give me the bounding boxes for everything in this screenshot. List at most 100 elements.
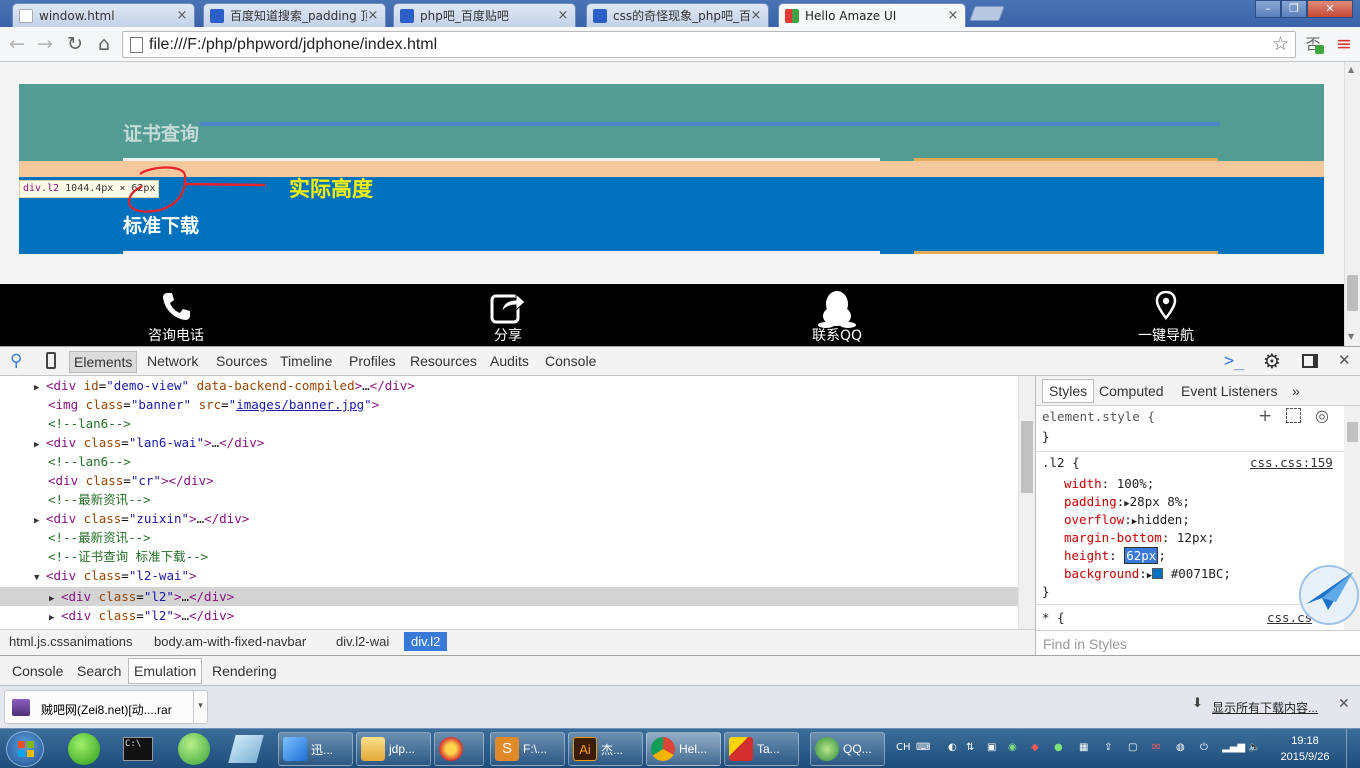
element-style-selector[interactable]: element.style { — [1042, 409, 1155, 424]
refresh-app-icon[interactable] — [178, 733, 210, 765]
css-value-input[interactable]: 62px — [1124, 547, 1159, 564]
tray-icon[interactable]: ▢ — [1128, 742, 1137, 753]
tray-icon[interactable]: ● — [1054, 742, 1063, 753]
css-property-editing[interactable]: height: 62px; — [1064, 547, 1166, 564]
taskbar-item[interactable]: 迅... — [278, 732, 353, 766]
animation-icon[interactable]: ◎ — [1315, 406, 1329, 425]
dom-link[interactable]: images/banner.jpg — [236, 397, 364, 412]
browser-tab[interactable]: window.html × — [12, 3, 195, 27]
elements-scrollbar[interactable] — [1018, 376, 1035, 629]
gear-icon[interactable]: ⚙ — [1263, 349, 1281, 373]
tab-profiles[interactable]: Profiles — [349, 353, 396, 369]
tray-arrow-icon[interactable]: ⇅ — [966, 742, 974, 753]
nav-item-phone[interactable]: 咨询电话 — [76, 284, 276, 346]
browser-tab-active[interactable]: Hello Amaze UI × — [778, 3, 966, 27]
reload-icon[interactable]: ↻ — [64, 32, 86, 56]
tray-icon[interactable]: ◍ — [1176, 742, 1185, 753]
browser-tab[interactable]: css的奇怪现象_php吧_百 × — [586, 3, 769, 27]
address-bar[interactable]: file:///F:/php/phpword/jdphone/index.htm… — [122, 31, 1296, 58]
close-icon[interactable]: × — [750, 8, 762, 23]
css-property[interactable]: overflow:▶hidden; — [1064, 512, 1190, 527]
dom-node[interactable]: ▶ <div id="demo-view" data-backend-compil… — [0, 376, 1018, 395]
taskbar-item-active[interactable]: Hel... — [646, 732, 721, 766]
tab-network[interactable]: Network — [147, 353, 198, 369]
nav-item-share[interactable]: 分享 — [408, 284, 608, 346]
css-property[interactable]: margin-bottom: 12px; — [1064, 530, 1215, 545]
device-mode-icon[interactable] — [46, 352, 56, 369]
tray-icon[interactable]: ▣ — [987, 742, 996, 753]
tray-icon[interactable]: ▦ — [1079, 742, 1088, 753]
drawer-tab-search[interactable]: Search — [77, 663, 121, 679]
tray-icon[interactable]: ◉ — [1008, 742, 1017, 753]
css-property[interactable]: background:▶ #0071BC; — [1064, 566, 1231, 581]
dom-node[interactable]: <div class="cr"></div> — [0, 471, 1018, 490]
drawer-tab-rendering[interactable]: Rendering — [212, 663, 277, 679]
inspect-search-icon[interactable]: ⚲ — [10, 351, 22, 371]
pinned-app-icon[interactable] — [228, 735, 264, 763]
dom-comment[interactable]: <!--最新资讯--> — [0, 490, 1018, 509]
show-desktop-button[interactable] — [1346, 729, 1360, 768]
dom-node[interactable]: ▶ <div class="l2">…</div> — [0, 606, 1018, 625]
dom-comment[interactable]: <!--lan6--> — [0, 452, 1018, 471]
tray-icon[interactable]: ◐ — [948, 742, 957, 753]
show-all-downloads-link[interactable]: 显示所有下载内容... — [1212, 699, 1318, 716]
taskbar-item[interactable]: Ta... — [724, 732, 799, 766]
close-icon[interactable]: ✕ — [1338, 351, 1351, 369]
ime-indicator[interactable]: CH — [896, 742, 911, 753]
dom-comment[interactable]: <!--lan6--> — [0, 414, 1018, 433]
console-drawer-icon[interactable]: >_ — [1224, 351, 1244, 371]
close-window-button[interactable]: ✕ — [1307, 0, 1353, 18]
collapse-arrow-icon[interactable]: ▼ — [34, 569, 46, 588]
extension-icon[interactable]: 否 — [1302, 32, 1324, 56]
drawer-tab-emulation[interactable]: Emulation — [128, 658, 203, 684]
tab-audits[interactable]: Audits — [490, 353, 529, 369]
rule-selector[interactable]: * { — [1042, 610, 1065, 625]
tray-icon[interactable]: ✉ — [1152, 742, 1160, 753]
css-property[interactable]: padding:▶28px 8%; — [1064, 494, 1190, 509]
scrollbar-thumb[interactable] — [1021, 421, 1033, 493]
forward-icon[interactable]: → — [34, 32, 56, 56]
close-icon[interactable]: ✕ — [1338, 696, 1350, 712]
tab-timeline[interactable]: Timeline — [280, 353, 332, 369]
terminal-icon[interactable]: C:\ — [123, 737, 153, 761]
dom-node[interactable]: ▶ <div class="zuixin">…</div> — [0, 509, 1018, 528]
system-clock[interactable]: 19:18 2015/9/26 — [1270, 733, 1340, 765]
keyboard-icon[interactable]: ⌨ — [916, 742, 930, 753]
taskbar-item[interactable]: jdp... — [356, 732, 431, 766]
rule-source-link[interactable]: css.css:159 — [1250, 455, 1333, 470]
breadcrumb-item-selected[interactable]: div.l2 — [404, 632, 448, 651]
close-icon[interactable]: × — [367, 8, 379, 23]
volume-icon[interactable]: 🔈 — [1248, 742, 1260, 753]
start-button[interactable] — [6, 731, 44, 767]
home-icon[interactable]: ⌂ — [93, 32, 115, 56]
close-icon[interactable]: × — [947, 8, 959, 23]
breadcrumb-item[interactable]: div.l2-wai — [336, 634, 389, 649]
tab-computed[interactable]: Computed — [1099, 383, 1164, 399]
minimize-button[interactable]: – — [1255, 0, 1281, 18]
dom-node-selected[interactable]: ▶ <div class="l2">…</div> — [0, 587, 1018, 606]
toggle-state-icon[interactable] — [1286, 408, 1301, 423]
close-icon[interactable]: × — [557, 8, 569, 23]
more-tabs-icon[interactable]: » — [1292, 383, 1300, 399]
tab-resources[interactable]: Resources — [410, 353, 477, 369]
color-swatch-icon[interactable] — [1152, 568, 1164, 579]
dom-comment[interactable]: <!--证书查询 标准下载--> — [0, 547, 1018, 566]
taskbar-item[interactable]: S F:\... — [490, 732, 565, 766]
dock-icon[interactable] — [1302, 354, 1318, 368]
scrollbar-thumb[interactable] — [1347, 275, 1358, 311]
breadcrumb-item[interactable]: html.js.cssanimations — [9, 634, 133, 649]
menu-icon[interactable]: ≡ — [1333, 32, 1355, 56]
chevron-down-icon[interactable]: ▾ — [193, 690, 207, 724]
bookmark-star-icon[interactable]: ☆ — [1272, 33, 1289, 55]
maximize-button[interactable]: ❐ — [1281, 0, 1307, 18]
scroll-down-icon[interactable]: ▼ — [1348, 332, 1354, 341]
add-rule-icon[interactable]: + — [1258, 406, 1272, 426]
browser-tab[interactable]: 百度知道搜索_padding 顶 × — [203, 3, 386, 27]
tab-event-listeners[interactable]: Event Listeners — [1181, 383, 1278, 399]
download-item[interactable]: 贼吧网(Zei8.net)[动....rar ▾ — [4, 690, 208, 724]
taskbar-item[interactable]: QQ... — [810, 732, 885, 766]
power-icon[interactable]: ⏻ — [1200, 742, 1208, 753]
dom-comment[interactable]: <!--最新资讯--> — [0, 528, 1018, 547]
browser-tab[interactable]: php吧_百度贴吧 × — [393, 3, 576, 27]
pinned-app-icon[interactable] — [68, 733, 100, 765]
